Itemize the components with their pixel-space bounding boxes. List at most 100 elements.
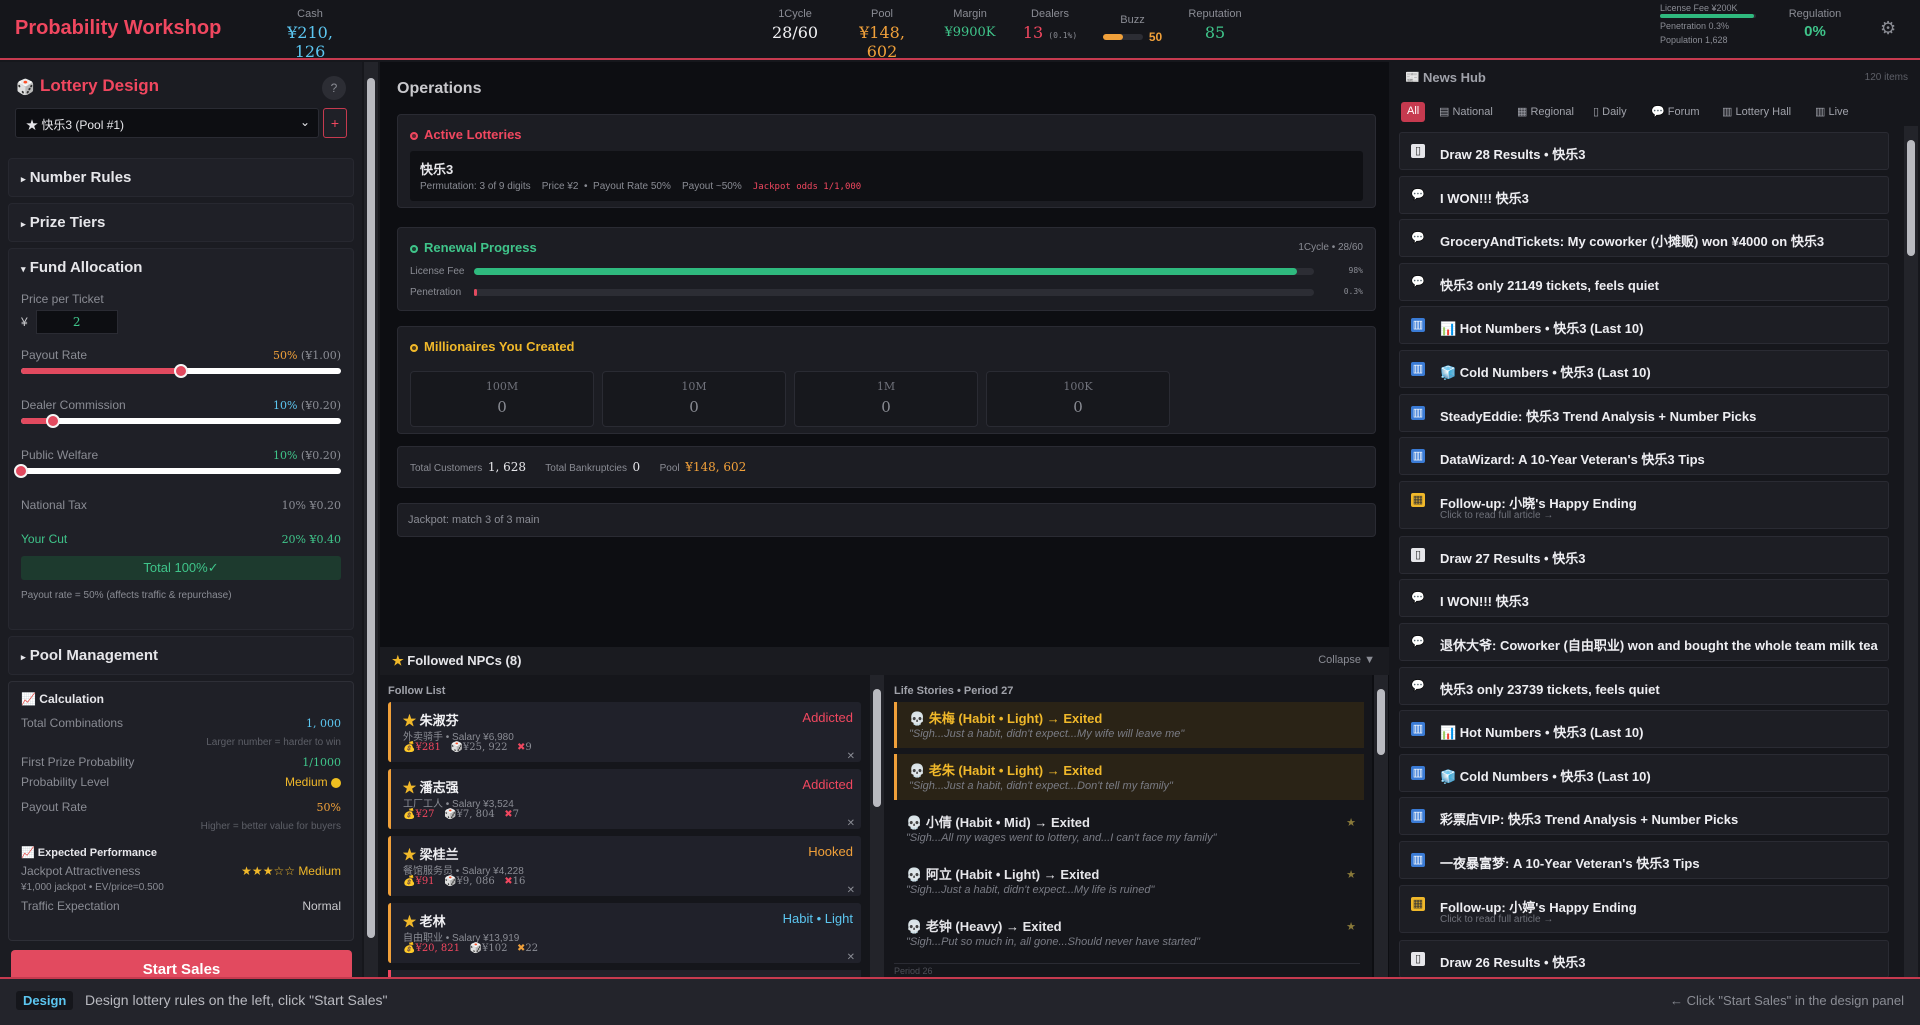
chart-icon: ▥ bbox=[1411, 722, 1425, 737]
close-icon[interactable]: ✕ bbox=[847, 952, 855, 963]
clipboard-icon: ▦ bbox=[1411, 492, 1425, 507]
life-stories-scrollbar[interactable] bbox=[1374, 675, 1388, 977]
help-button[interactable]: ? bbox=[322, 76, 346, 100]
money-bag-icon: 💰 bbox=[403, 809, 416, 820]
regulation-stat: Regulation 0% bbox=[1788, 8, 1842, 40]
chart-icon: ▥ bbox=[1411, 449, 1425, 464]
cycle-stat: 1Cycle 28/60 bbox=[771, 8, 819, 42]
news-item[interactable]: 💬 I WON!!! 快乐3 bbox=[1399, 579, 1889, 618]
pool-select[interactable]: ★ 快乐3 (Pool #1) ⌄ bbox=[15, 108, 319, 138]
news-item[interactable]: ▯ Draw 28 Results • 快乐3 bbox=[1399, 132, 1889, 170]
news-item[interactable]: ▥ 📊 Hot Numbers • 快乐3 (Last 10) bbox=[1399, 710, 1889, 749]
lottery-row[interactable]: 快乐3 Permutation: 3 of 9 digits Price ¥2 … bbox=[410, 151, 1363, 201]
money-bag-icon: 💰 bbox=[403, 876, 416, 887]
story-item[interactable]: 💀 老朱 (Habit • Light) → Exited "Sigh...Ju… bbox=[894, 754, 1364, 800]
skull-icon: 💀 bbox=[906, 815, 923, 830]
news-item[interactable]: ▥ 📊 Hot Numbers • 快乐3 (Last 10) bbox=[1399, 306, 1889, 345]
status-dot-icon bbox=[410, 343, 418, 352]
close-icon[interactable]: ✕ bbox=[847, 751, 855, 762]
active-lotteries-card: Active Lotteries 快乐3 Permutation: 3 of 9… bbox=[397, 114, 1376, 208]
prize-tiers-section[interactable]: ▸ Prize Tiers bbox=[8, 203, 354, 242]
commission-slider[interactable] bbox=[21, 414, 341, 428]
tab-daily[interactable]: ▯ Daily bbox=[1587, 102, 1633, 122]
app-title: Probability Workshop bbox=[15, 17, 222, 39]
tab-national[interactable]: ▤ National bbox=[1433, 102, 1499, 122]
npc-card[interactable]: ★ 潘志强 Addicted 工厂工人 • Salary ¥3,524 💰¥27… bbox=[388, 769, 861, 829]
renewal-progress-card: Renewal Progress 1Cycle • 28/60 License … bbox=[397, 227, 1376, 311]
news-item[interactable]: ▯ Draw 27 Results • 快乐3 bbox=[1399, 535, 1889, 574]
news-item[interactable]: ▥ 一夜暴富梦: A 10-Year Veteran's 快乐3 Tips bbox=[1399, 841, 1889, 879]
star-icon: ★ bbox=[403, 713, 417, 728]
followed-npcs-header: ★ Followed NPCs (8) Collapse ▼ bbox=[380, 647, 1389, 675]
news-item[interactable]: ▯ Draw 26 Results • 快乐3 bbox=[1399, 939, 1889, 977]
dice-icon: 🎲 bbox=[16, 79, 35, 96]
start-sales-button[interactable]: Start Sales bbox=[11, 950, 352, 977]
tab-lottery-hall[interactable]: ▥ Lottery Hall bbox=[1716, 102, 1797, 122]
tab-regional[interactable]: ▦ Regional bbox=[1511, 102, 1580, 122]
npc-card[interactable]: ★ 老林 Habit • Light 自由职业 • Salary ¥13,919… bbox=[388, 903, 861, 963]
story-item[interactable]: 💀 朱梅 (Habit • Light) → Exited "Sigh...Ju… bbox=[894, 702, 1364, 748]
news-item-title: 快乐3 only 23739 tickets, feels quiet bbox=[1440, 681, 1660, 697]
news-item[interactable]: ▦ Follow-up: 小婷's Happy Ending Click to re… bbox=[1399, 884, 1889, 933]
tab-all[interactable]: All bbox=[1401, 102, 1426, 122]
news-item[interactable]: ▥ 彩票店VIP: 快乐3 Trend Analysis + Number Pic… bbox=[1399, 797, 1889, 836]
welfare-slider[interactable] bbox=[14, 464, 341, 478]
payout-slider[interactable] bbox=[21, 364, 341, 378]
millionaire-box-100k: 100K 0 bbox=[986, 371, 1170, 427]
story-item[interactable]: 💀 老钟 (Heavy) → Exited "Sigh...Put so muc… bbox=[894, 910, 1364, 956]
news-item-title: Draw 27 Results • 快乐3 bbox=[1440, 550, 1586, 566]
design-panel: 🎲 Lottery Design ? ★ 快乐3 (Pool #1) ⌄ + ▸… bbox=[0, 62, 362, 977]
news-item-hint: Click to read full article → bbox=[1440, 913, 1554, 925]
pool-management-section[interactable]: ▸ Pool Management bbox=[8, 636, 354, 675]
news-item[interactable]: 💬 快乐3 only 21149 tickets, feels quiet bbox=[1399, 262, 1889, 301]
story-item[interactable]: 💀 阿立 (Habit • Light) → Exited "Sigh...Ju… bbox=[894, 858, 1364, 904]
news-item[interactable]: 💬 GroceryAndTickets: My coworker (小摊贩) wo… bbox=[1399, 219, 1889, 258]
star-icon: ★ bbox=[403, 914, 417, 929]
npc-card[interactable]: ★ 朱淑芬 Addicted 外卖骑手 • Salary ¥6,980 💰¥28… bbox=[388, 702, 861, 762]
status-hint: ← Click "Start Sales" in the design pane… bbox=[1670, 993, 1904, 1008]
follow-list-scrollbar[interactable] bbox=[870, 675, 884, 977]
live-icon: ▥ bbox=[1815, 106, 1826, 118]
triangle-down-icon: ▼ bbox=[1364, 654, 1375, 666]
star-icon[interactable]: ★ bbox=[1346, 868, 1356, 881]
margin-stat: Margin ¥9900K bbox=[944, 8, 996, 40]
news-item[interactable]: ▦ Follow-up: 小晓's Happy Ending Click to re… bbox=[1399, 480, 1889, 529]
tab-live[interactable]: ▥ Live bbox=[1809, 102, 1855, 122]
fund-allocation-header[interactable]: ▾ Fund Allocation bbox=[9, 249, 353, 286]
news-item[interactable]: 💬 I WON!!! 快乐3 bbox=[1399, 175, 1889, 214]
news-item-title: I WON!!! 快乐3 bbox=[1440, 190, 1529, 206]
add-pool-button[interactable]: + bbox=[323, 108, 347, 138]
stats-summary: Total Customers 1, 628 Total Bankruptcie… bbox=[397, 446, 1376, 488]
news-item[interactable]: ▥ 🧊 Cold Numbers • 快乐3 (Last 10) bbox=[1399, 753, 1889, 792]
tab-forum[interactable]: 💬 Forum bbox=[1645, 102, 1706, 122]
news-item-title: 退休大爷: Coworker (自由职业) won and bought the… bbox=[1440, 638, 1878, 653]
level-dot-icon bbox=[331, 777, 341, 788]
chevron-down-icon: ⌄ bbox=[299, 115, 310, 129]
close-icon[interactable]: ✕ bbox=[847, 818, 855, 829]
star-icon[interactable]: ★ bbox=[1346, 816, 1356, 829]
story-item[interactable]: 💀 小倩 (Habit • Mid) → Exited "Sigh...All … bbox=[894, 806, 1364, 852]
star-icon[interactable]: ★ bbox=[1346, 920, 1356, 933]
news-hub-panel: 📰 News Hub 120 items All ▤ National ▦ Re… bbox=[1389, 62, 1920, 977]
gear-icon[interactable]: ⚙ bbox=[1880, 18, 1896, 39]
collapse-button[interactable]: Collapse ▼ bbox=[1318, 654, 1375, 666]
news-scrollbar[interactable] bbox=[1904, 126, 1918, 977]
number-rules-section[interactable]: ▸ Number Rules bbox=[8, 158, 354, 197]
news-item[interactable]: ▥ 🧊 Cold Numbers • 快乐3 (Last 10) bbox=[1399, 350, 1889, 388]
news-item[interactable]: ▥ SteadyEddie: 快乐3 Trend Analysis + Numbe… bbox=[1399, 393, 1889, 432]
status-dot-icon bbox=[410, 131, 418, 140]
npc-card[interactable]: ★ 梁桂兰 Hooked 餐馆服务员 • Salary ¥4,228 💰¥91 … bbox=[388, 836, 861, 896]
price-input[interactable]: 2 bbox=[35, 310, 118, 334]
clipboard-icon: ▦ bbox=[1411, 896, 1425, 911]
close-icon[interactable]: ✕ bbox=[847, 885, 855, 896]
money-bag-icon: 💰 bbox=[403, 943, 416, 954]
news-item[interactable]: ▥ DataWizard: A 10-Year Veteran's 快乐3 Tip… bbox=[1399, 437, 1889, 476]
dealers-stat: Dealers 13 (0.1%) bbox=[1022, 8, 1078, 42]
design-scrollbar[interactable] bbox=[364, 62, 378, 977]
status-dot-icon bbox=[410, 244, 418, 253]
caret-right-icon: ▸ bbox=[21, 174, 26, 184]
millionaire-box-100m: 100M 0 bbox=[410, 371, 594, 427]
news-item[interactable]: 💬 快乐3 only 23739 tickets, feels quiet bbox=[1399, 666, 1889, 705]
news-item[interactable]: 💬 退休大爷: Coworker (自由职业) won and bought th… bbox=[1399, 623, 1889, 661]
news-item-title: 📊 Hot Numbers • 快乐3 (Last 10) bbox=[1440, 725, 1644, 741]
